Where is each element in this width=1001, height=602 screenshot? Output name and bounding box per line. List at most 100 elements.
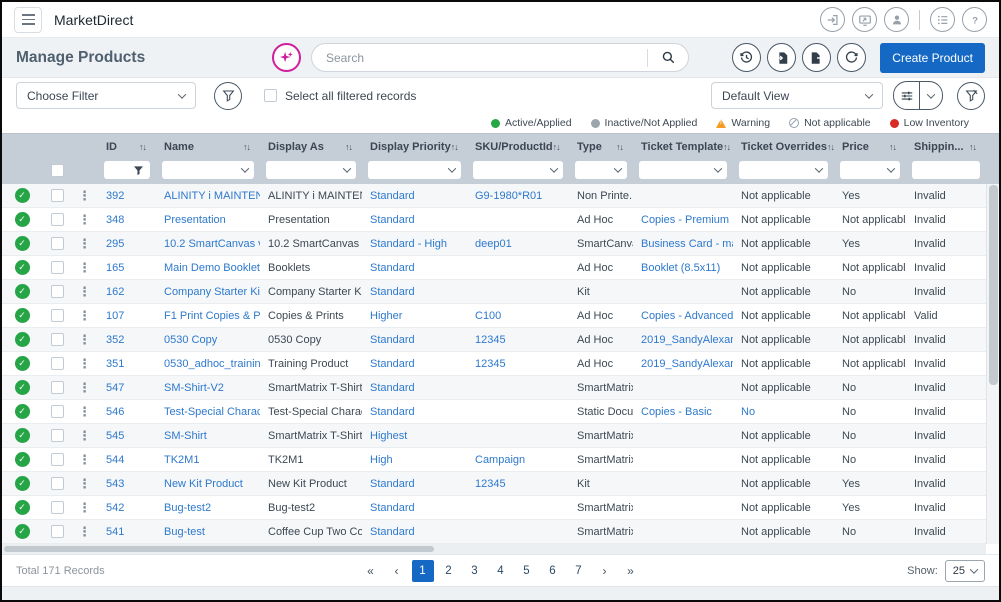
row-checkbox[interactable] bbox=[51, 357, 64, 370]
list-view-button[interactable] bbox=[930, 7, 955, 32]
cell-display_priority[interactable]: Standard bbox=[362, 376, 467, 399]
row-checkbox[interactable] bbox=[51, 333, 64, 346]
cell-display_priority[interactable]: Standard bbox=[362, 328, 467, 351]
cell-display_priority[interactable]: Standard bbox=[362, 256, 467, 279]
kebab-menu-icon[interactable]: ⋮ bbox=[72, 452, 91, 468]
kebab-menu-icon[interactable]: ⋮ bbox=[72, 500, 91, 516]
cell-name[interactable]: 10.2 SmartCanvas v... bbox=[156, 232, 260, 255]
page-5[interactable]: 5 bbox=[516, 560, 538, 582]
cell-ticket_template[interactable]: Copies - Basic bbox=[633, 400, 733, 423]
cell-display_priority[interactable]: Standard bbox=[362, 472, 467, 495]
cell-name[interactable]: 0530 Copy bbox=[156, 328, 260, 351]
sort-icon[interactable]: ↑↓ bbox=[553, 142, 569, 152]
column-header-display_as[interactable]: Display As↑↓ bbox=[260, 134, 362, 160]
kebab-menu-icon[interactable]: ⋮ bbox=[72, 188, 91, 204]
sort-icon[interactable]: ↑↓ bbox=[616, 142, 633, 152]
cell-name[interactable]: New Kit Product bbox=[156, 472, 260, 495]
sort-icon[interactable]: ↑↓ bbox=[889, 142, 906, 152]
page-3[interactable]: 3 bbox=[464, 560, 486, 582]
column-header-ticket_overrides[interactable]: Ticket Overrides↑↓ bbox=[733, 134, 834, 160]
cell-display_priority[interactable]: Higher bbox=[362, 304, 467, 327]
user-button[interactable] bbox=[884, 7, 909, 32]
cell-name[interactable]: Bug-test2 bbox=[156, 496, 260, 519]
horizontal-scrollbar[interactable] bbox=[2, 544, 986, 554]
sort-icon[interactable]: ↑↓ bbox=[345, 142, 362, 152]
page-size-select[interactable]: 25 bbox=[945, 560, 985, 582]
cell-sku[interactable]: 12345 bbox=[467, 328, 569, 351]
row-checkbox[interactable] bbox=[51, 261, 64, 274]
cell-sku[interactable]: 12345 bbox=[467, 352, 569, 375]
column-filter-name[interactable] bbox=[162, 161, 254, 179]
row-checkbox[interactable] bbox=[51, 501, 64, 514]
search-input[interactable] bbox=[312, 51, 647, 65]
apply-filter-button[interactable] bbox=[214, 82, 242, 110]
column-filter-display_as[interactable] bbox=[266, 161, 356, 179]
cell-name[interactable]: Main Demo Booklet bbox=[156, 256, 260, 279]
help-button[interactable]: ? bbox=[962, 7, 987, 32]
cell-display_priority[interactable]: Standard bbox=[362, 496, 467, 519]
row-checkbox[interactable] bbox=[51, 189, 64, 202]
row-checkbox[interactable] bbox=[51, 405, 64, 418]
kebab-menu-icon[interactable]: ⋮ bbox=[72, 356, 91, 372]
cell-display_priority[interactable]: Standard bbox=[362, 400, 467, 423]
cell-id[interactable]: 348 bbox=[98, 208, 156, 231]
kebab-menu-icon[interactable]: ⋮ bbox=[72, 308, 91, 324]
sort-icon[interactable]: ↑↓ bbox=[969, 142, 986, 152]
column-header-price[interactable]: Price↑↓ bbox=[834, 134, 906, 160]
column-filter-sku[interactable] bbox=[473, 161, 563, 179]
cell-display_priority[interactable]: Standard bbox=[362, 208, 467, 231]
cell-id[interactable]: 542 bbox=[98, 496, 156, 519]
kebab-menu-icon[interactable]: ⋮ bbox=[72, 404, 91, 420]
column-header-sku[interactable]: SKU/ProductId↑↓ bbox=[467, 134, 569, 160]
cell-id[interactable]: 544 bbox=[98, 448, 156, 471]
cell-id[interactable]: 392 bbox=[98, 184, 156, 207]
column-filter-ticket_template[interactable] bbox=[639, 161, 727, 179]
cell-id[interactable]: 541 bbox=[98, 520, 156, 543]
vertical-scrollbar[interactable] bbox=[986, 184, 999, 544]
row-checkbox[interactable] bbox=[51, 429, 64, 442]
column-header-shipping[interactable]: Shippin...↑↓ bbox=[906, 134, 986, 160]
create-product-button[interactable]: Create Product bbox=[880, 43, 985, 73]
cell-name[interactable]: SM-Shirt bbox=[156, 424, 260, 447]
view-settings-button[interactable] bbox=[894, 82, 920, 109]
refresh-button[interactable] bbox=[837, 43, 866, 72]
cell-id[interactable]: 545 bbox=[98, 424, 156, 447]
row-checkbox[interactable] bbox=[51, 309, 64, 322]
column-header-type[interactable]: Type↑↓ bbox=[569, 134, 633, 160]
cell-display_priority[interactable]: Standard bbox=[362, 520, 467, 543]
page-7[interactable]: 7 bbox=[568, 560, 590, 582]
page-prev[interactable]: ‹ bbox=[386, 560, 408, 582]
kebab-menu-icon[interactable]: ⋮ bbox=[72, 236, 91, 252]
cell-name[interactable]: 0530_adhoc_training bbox=[156, 352, 260, 375]
cell-id[interactable]: 107 bbox=[98, 304, 156, 327]
page-2[interactable]: 2 bbox=[438, 560, 460, 582]
cell-name[interactable]: Test-Special Charac... bbox=[156, 400, 260, 423]
cell-name[interactable]: F1 Print Copies & P... bbox=[156, 304, 260, 327]
kebab-menu-icon[interactable]: ⋮ bbox=[72, 332, 91, 348]
cell-sku[interactable]: C100 bbox=[467, 304, 569, 327]
view-options-dropdown-button[interactable] bbox=[920, 82, 942, 109]
vertical-scrollbar-thumb[interactable] bbox=[989, 185, 998, 385]
sort-icon[interactable]: ↑↓ bbox=[723, 142, 733, 152]
menu-button[interactable] bbox=[14, 7, 42, 33]
page-6[interactable]: 6 bbox=[542, 560, 564, 582]
cell-display_priority[interactable]: Highest bbox=[362, 424, 467, 447]
row-checkbox[interactable] bbox=[51, 477, 64, 490]
cell-name[interactable]: ALINITY i MAINTEN... bbox=[156, 184, 260, 207]
column-filter-ticket_overrides[interactable] bbox=[739, 161, 828, 179]
sort-icon[interactable]: ↑↓ bbox=[827, 142, 834, 152]
cell-ticket_template[interactable]: Copies - Advanced bbox=[633, 304, 733, 327]
page-1[interactable]: 1 bbox=[412, 560, 434, 582]
cell-ticket_template[interactable]: 2019_SandyAlexand... bbox=[633, 328, 733, 351]
horizontal-scrollbar-thumb[interactable] bbox=[4, 546, 434, 552]
sort-icon[interactable]: ↑↓ bbox=[243, 142, 260, 152]
choose-filter-select[interactable]: Choose Filter bbox=[16, 82, 196, 109]
cell-sku[interactable]: 12345 bbox=[467, 472, 569, 495]
cell-sku[interactable]: Campaign bbox=[467, 448, 569, 471]
cell-id[interactable]: 547 bbox=[98, 376, 156, 399]
export-button[interactable] bbox=[802, 43, 831, 72]
cell-id[interactable]: 352 bbox=[98, 328, 156, 351]
row-checkbox[interactable] bbox=[51, 237, 64, 250]
column-filter-price[interactable] bbox=[840, 161, 900, 179]
cell-name[interactable]: Company Starter Kit bbox=[156, 280, 260, 303]
